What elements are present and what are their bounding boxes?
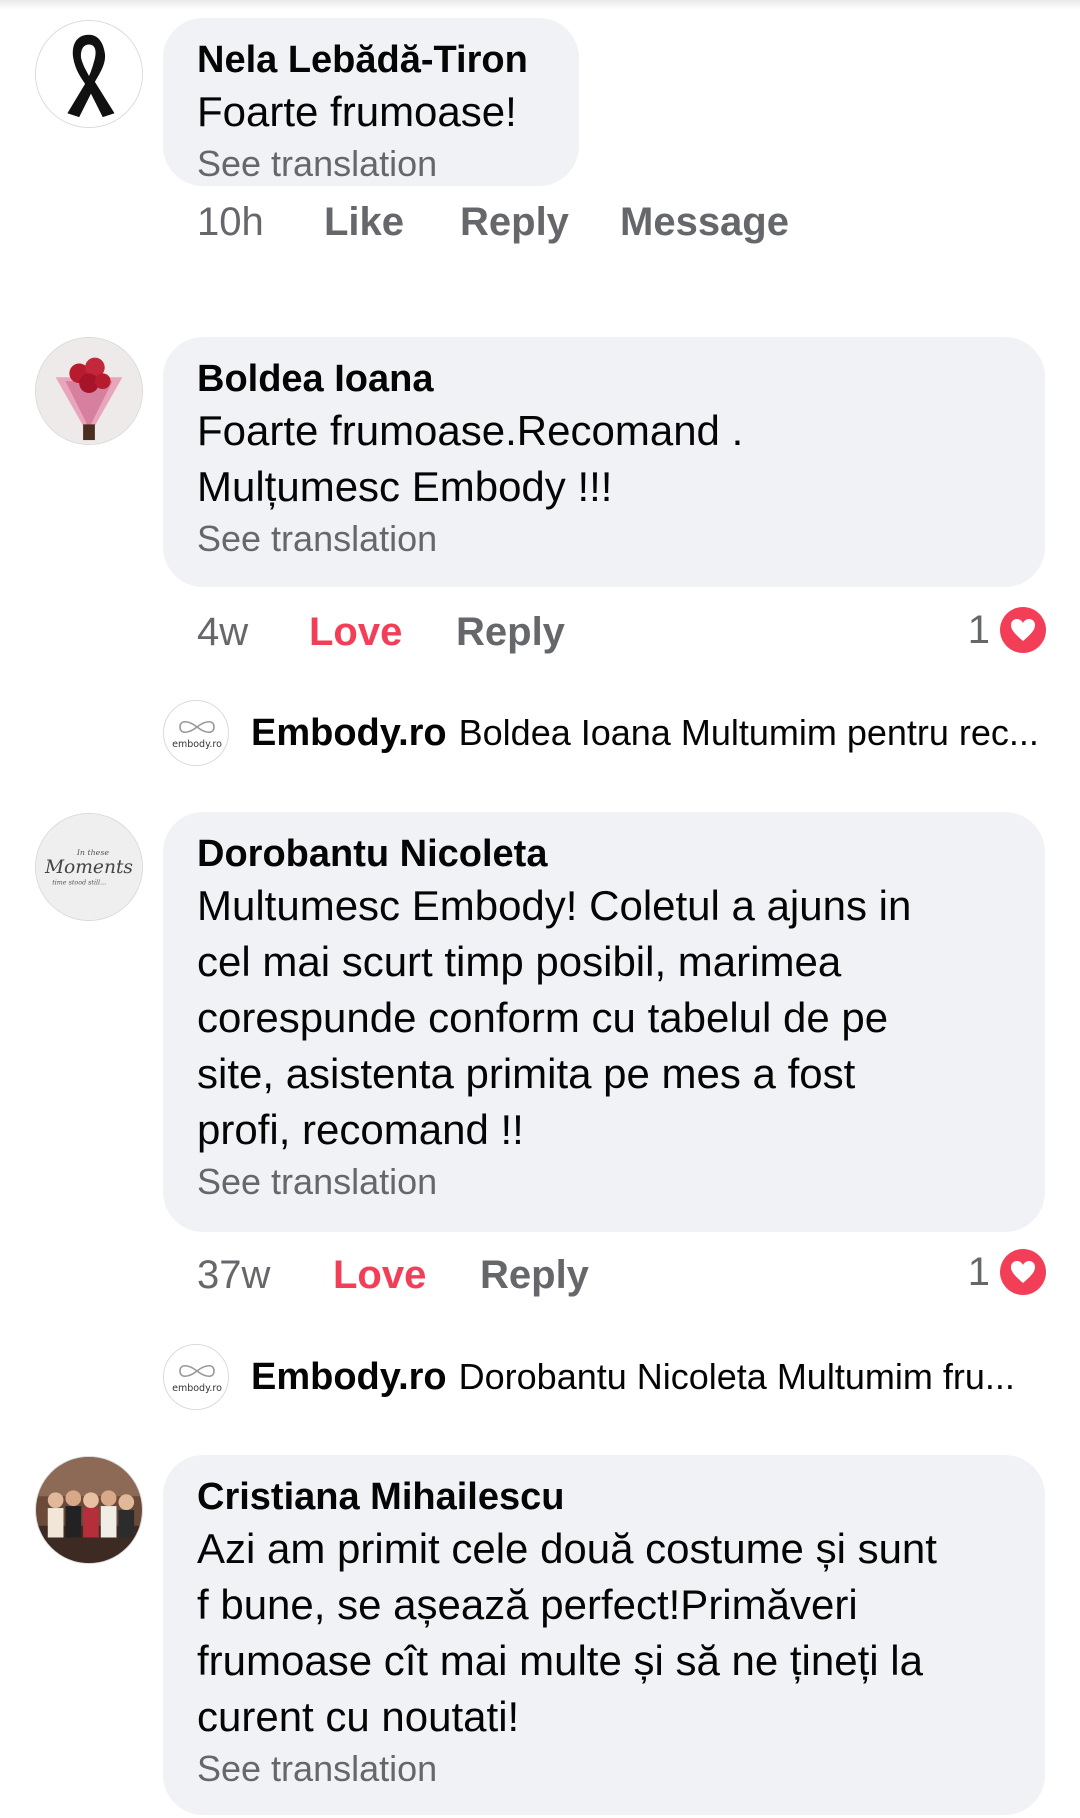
comment-time: 10h [197, 200, 264, 244]
moments-icon: In these Moments time stood still... [36, 814, 142, 920]
see-translation-link[interactable]: See translation [197, 140, 547, 188]
message-button[interactable]: Message [620, 197, 789, 247]
avatar-dorobantu[interactable]: In these Moments time stood still... [35, 813, 143, 921]
comment-author[interactable]: Cristiana Mihailescu [197, 1473, 1013, 1521]
comment-text-line: f bune, se așează perfect!Primăveri [197, 1581, 858, 1628]
reply-author[interactable]: Embody.ro [251, 1356, 447, 1399]
comment-time: 4w [197, 610, 249, 654]
comment-author[interactable]: Dorobantu Nicoleta [197, 830, 1013, 878]
comment-time: 37w [197, 1253, 271, 1297]
comment-text: Foarte frumoase! [197, 88, 517, 135]
comment-text-line: Foarte frumoase.Recomand . [197, 407, 744, 454]
comment-text-line: Azi am primit cele două costume și sunt [197, 1525, 937, 1572]
reply-preview[interactable]: embody.ro Embody.ro Dorobantu Nicoleta M… [163, 1342, 1015, 1412]
moments-small-text: In these [76, 848, 110, 857]
comment-text-line: frumoase cît mai multe și să ne țineți l… [197, 1637, 923, 1684]
comment-text-line: corespunde conform cu tabelul de pe [197, 994, 889, 1041]
comment-actions: 37w Love Reply [197, 1250, 697, 1300]
embody-logo-text: embody.ro [172, 739, 222, 750]
embody-logo-icon: embody.ro [163, 700, 229, 766]
reply-snippet: Dorobantu Nicoleta Multumim fru... [458, 1356, 1015, 1397]
reply-button[interactable]: Reply [460, 197, 569, 247]
comment-bubble[interactable]: Nela Lebădă-Tiron Foarte frumoase! See t… [163, 18, 579, 186]
reply-snippet: Boldea Ioana Multumim pentru rec... [458, 712, 1039, 753]
embody-logo-text: embody.ro [172, 1383, 222, 1394]
comment-bubble[interactable]: Cristiana Mihailescu Azi am primit cele … [163, 1455, 1045, 1815]
avatar-nela[interactable] [35, 20, 143, 128]
reaction-count: 1 [967, 1249, 990, 1294]
comment-text-line: Multumesc Embody! Coletul a ajuns in [197, 882, 912, 929]
comment-actions: 4w Love Reply [197, 607, 697, 657]
see-translation-link[interactable]: See translation [197, 1158, 1013, 1206]
avatar-boldea[interactable] [35, 337, 143, 445]
comment-author[interactable]: Boldea Ioana [197, 355, 1013, 403]
comment-author[interactable]: Nela Lebădă-Tiron [197, 36, 547, 84]
group-photo-icon [36, 1457, 142, 1563]
heart-reaction-icon [1000, 607, 1046, 653]
comment-text-line: curent cu noutati! [197, 1693, 520, 1740]
comment-text-line: Mulțumesc Embody !!! [197, 463, 613, 510]
reaction-summary[interactable]: 1 [968, 606, 1046, 654]
reply-author[interactable]: Embody.ro [251, 712, 447, 755]
reply-button[interactable]: Reply [480, 1250, 589, 1300]
like-button[interactable]: Like [324, 197, 404, 247]
reply-button[interactable]: Reply [456, 607, 565, 657]
flower-bouquet-icon [36, 338, 142, 444]
moments-caption-text: time stood still... [52, 879, 106, 887]
heart-reaction-icon [1000, 1249, 1046, 1295]
see-translation-link[interactable]: See translation [197, 515, 1013, 563]
love-button[interactable]: Love [333, 1250, 426, 1300]
reply-preview[interactable]: embody.ro Embody.ro Boldea Ioana Multumi… [163, 698, 1039, 768]
see-translation-link[interactable]: See translation [197, 1745, 1013, 1793]
comment-text-line: site, asistenta primita pe mes a fost [197, 1050, 856, 1097]
comment-text-line: profi, recomand !! [197, 1106, 524, 1153]
black-ribbon-icon [36, 21, 142, 127]
comment-bubble[interactable]: Dorobantu Nicoleta Multumesc Embody! Col… [163, 812, 1045, 1232]
moments-main-text: Moments [44, 857, 133, 878]
comment-text-line: cel mai scurt timp posibil, marimea [197, 938, 842, 985]
reaction-count: 1 [967, 607, 990, 652]
reaction-summary[interactable]: 1 [968, 1248, 1046, 1296]
comment-bubble[interactable]: Boldea Ioana Foarte frumoase.Recomand . … [163, 337, 1045, 587]
comment-actions: 10h Like Reply Message [197, 197, 897, 247]
love-button[interactable]: Love [309, 607, 402, 657]
avatar-cristiana[interactable] [35, 1456, 143, 1564]
embody-logo-icon: embody.ro [163, 1344, 229, 1410]
top-divider [0, 0, 1080, 10]
